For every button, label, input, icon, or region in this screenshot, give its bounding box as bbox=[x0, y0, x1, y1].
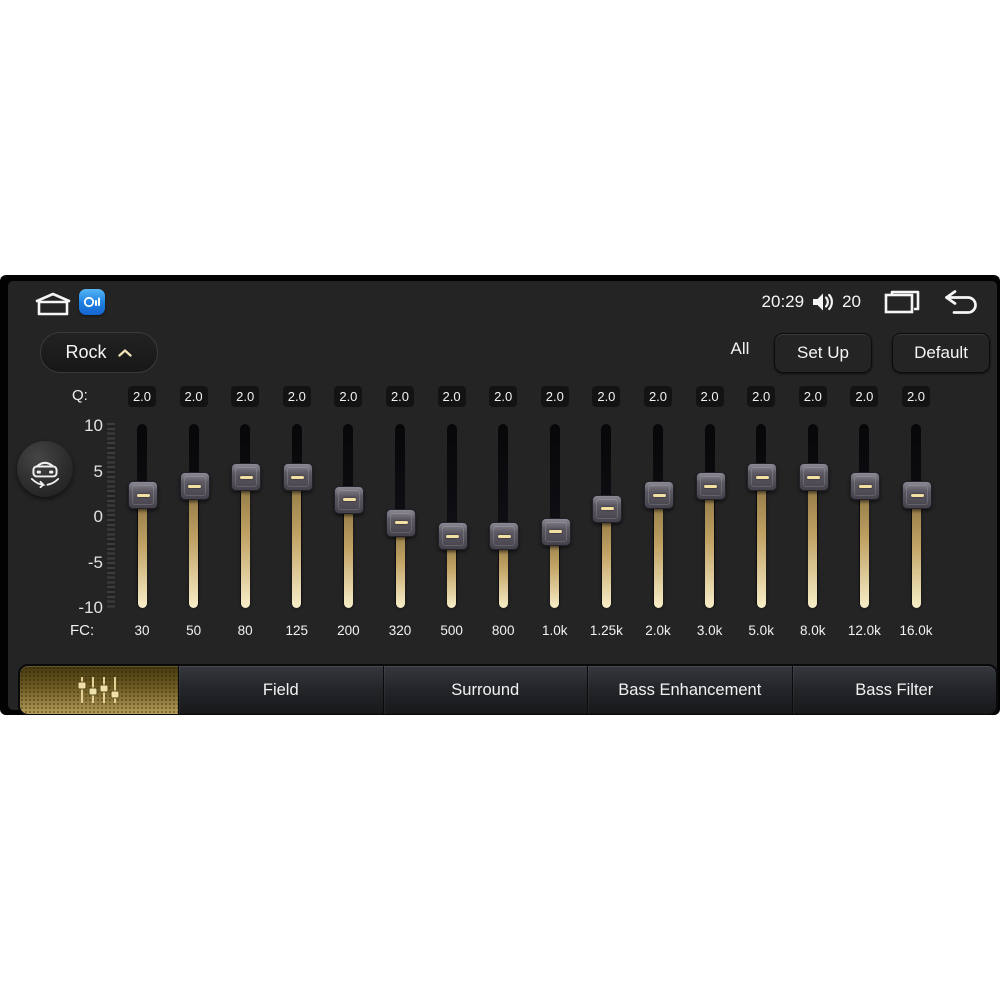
slider-fill bbox=[292, 476, 302, 608]
band-frequency-label: 500 bbox=[440, 623, 463, 638]
db-scale-label: 10 bbox=[84, 416, 103, 435]
q-value[interactable]: 2.0 bbox=[850, 386, 879, 407]
tab-label: Bass Enhancement bbox=[618, 680, 762, 699]
bottom-tab-bar: Field Surround Bass Enhancement Bass Filter bbox=[18, 664, 998, 715]
status-bar: 20:29 20 bbox=[8, 287, 997, 317]
band-gain-handle[interactable] bbox=[644, 481, 674, 510]
tab-field[interactable]: Field bbox=[178, 666, 383, 714]
band-gain-handle[interactable] bbox=[592, 494, 623, 523]
tab-label: Field bbox=[262, 680, 299, 699]
slider-fill bbox=[705, 485, 715, 608]
q-value[interactable]: 2.0 bbox=[644, 386, 672, 407]
q-row-label: Q: bbox=[72, 387, 88, 404]
q-value[interactable]: 2.0 bbox=[334, 386, 363, 407]
slider-fill bbox=[756, 476, 766, 608]
eq-sliders-icon bbox=[76, 675, 122, 705]
band-gain-handle[interactable] bbox=[747, 463, 778, 492]
band-gain-handle[interactable] bbox=[334, 485, 365, 514]
q-value[interactable]: 2.0 bbox=[592, 386, 621, 407]
sound-position-button[interactable] bbox=[17, 441, 73, 497]
band-frequency-label: 50 bbox=[186, 623, 202, 638]
recent-apps-button[interactable] bbox=[883, 289, 921, 315]
slider-fill bbox=[859, 485, 869, 608]
q-value[interactable]: 2.0 bbox=[540, 386, 569, 407]
slider-fill bbox=[137, 494, 147, 608]
band-frequency-label: 2.0k bbox=[645, 623, 671, 638]
clock: 20:29 bbox=[761, 292, 805, 311]
q-value[interactable]: 2.0 bbox=[798, 386, 827, 407]
set-up-button[interactable]: Set Up bbox=[774, 333, 872, 373]
q-value[interactable]: 2.0 bbox=[747, 386, 776, 407]
volume-icon bbox=[811, 292, 835, 312]
slider-fill bbox=[189, 485, 199, 608]
q-value[interactable]: 2.0 bbox=[179, 386, 208, 407]
back-button[interactable] bbox=[943, 289, 979, 315]
slider-fill bbox=[911, 494, 921, 608]
band-frequency-label: 800 bbox=[491, 623, 515, 638]
q-value[interactable]: 2.0 bbox=[386, 386, 414, 407]
band-frequency-label: 8.0k bbox=[800, 623, 826, 638]
band-gain-handle[interactable] bbox=[798, 463, 829, 492]
home-icon bbox=[34, 292, 72, 317]
q-value[interactable]: 2.0 bbox=[231, 386, 260, 407]
band-gain-handle[interactable] bbox=[128, 481, 158, 510]
slider-fill bbox=[601, 507, 611, 608]
preset-dropdown[interactable]: Rock bbox=[40, 332, 158, 373]
q-value[interactable]: 2.0 bbox=[489, 386, 518, 407]
db-scale-label: -5 bbox=[87, 552, 103, 572]
chevron-up-icon bbox=[117, 348, 133, 358]
home-button[interactable] bbox=[34, 291, 72, 317]
fc-row-label: FC: bbox=[70, 622, 95, 639]
q-value[interactable]: 2.0 bbox=[902, 386, 930, 407]
audio-app-button[interactable] bbox=[79, 289, 105, 315]
band-gain-handle[interactable] bbox=[231, 463, 262, 492]
q-value[interactable]: 2.0 bbox=[282, 386, 311, 407]
tab-bass_filter[interactable]: Bass Filter bbox=[791, 666, 997, 714]
band-gain-handle[interactable] bbox=[437, 522, 468, 551]
band-gain-handle[interactable] bbox=[850, 472, 881, 501]
all-label[interactable]: All bbox=[712, 339, 768, 359]
car-icon bbox=[25, 450, 65, 488]
band-gain-handle[interactable] bbox=[540, 517, 571, 546]
volume-level: 20 bbox=[842, 292, 861, 311]
band-frequency-label: 1.25k bbox=[589, 623, 623, 638]
q-value[interactable]: 2.0 bbox=[437, 386, 466, 407]
band-frequency-label: 200 bbox=[337, 623, 360, 638]
band-gain-handle[interactable] bbox=[282, 463, 313, 492]
band-frequency-label: 16.0k bbox=[899, 623, 933, 638]
slider-fill bbox=[343, 498, 353, 608]
tab-equalizer[interactable] bbox=[20, 666, 178, 714]
band-gain-handle[interactable] bbox=[695, 472, 726, 501]
band-frequency-label: 5.0k bbox=[748, 623, 774, 638]
band-frequency-label: 80 bbox=[237, 623, 253, 638]
slider-fill bbox=[240, 476, 250, 608]
band-gain-handle[interactable] bbox=[179, 472, 210, 501]
tab-surround[interactable]: Surround bbox=[382, 666, 588, 714]
db-scale-label: 0 bbox=[93, 507, 103, 526]
default-button[interactable]: Default bbox=[892, 333, 990, 373]
db-scale-ticks bbox=[107, 423, 115, 609]
status-right-cluster: 20:29 20 bbox=[762, 289, 979, 315]
band-gain-handle[interactable] bbox=[489, 522, 520, 551]
band-gain-handle[interactable] bbox=[386, 508, 416, 537]
slider-fill bbox=[653, 494, 663, 608]
band-frequency-label: 3.0k bbox=[696, 623, 723, 638]
q-value[interactable]: 2.0 bbox=[128, 386, 156, 407]
tab-label: Bass Filter bbox=[855, 680, 934, 699]
preset-label: Rock bbox=[65, 342, 107, 362]
head-unit-screen: 20:29 20 Rock All Set Up Default Q: FC: … bbox=[0, 275, 1000, 715]
db-scale-label: -10 bbox=[78, 598, 103, 617]
tab-bass_enhancement[interactable]: Bass Enhancement bbox=[587, 666, 792, 714]
q-value[interactable]: 2.0 bbox=[695, 386, 724, 407]
audio-app-icon bbox=[83, 294, 101, 310]
tab-label: Surround bbox=[451, 680, 520, 699]
band-frequency-label: 320 bbox=[388, 623, 412, 638]
band-frequency-label: 1.0k bbox=[542, 623, 568, 638]
equalizer-page: 20:29 20 Rock All Set Up Default Q: FC: … bbox=[8, 281, 998, 715]
band-frequency-label: 30 bbox=[134, 623, 150, 638]
band-frequency-label: 12.0k bbox=[847, 623, 881, 638]
band-gain-handle[interactable] bbox=[902, 481, 932, 510]
band-frequency-label: 125 bbox=[285, 623, 309, 638]
slider-fill bbox=[808, 476, 818, 608]
